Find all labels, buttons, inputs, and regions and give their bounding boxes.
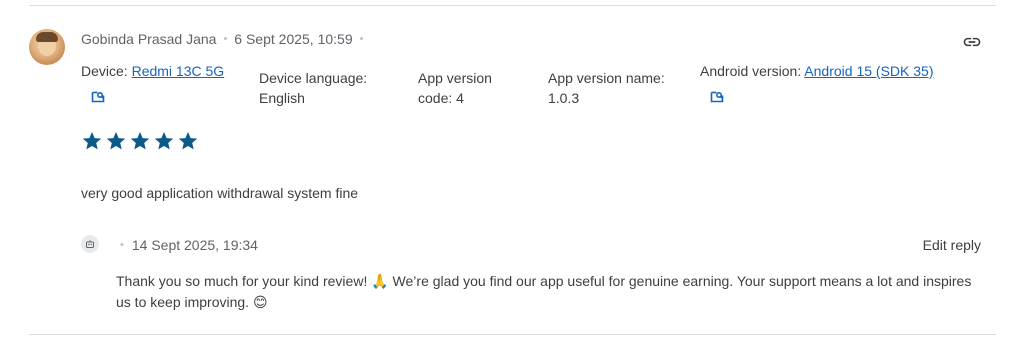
separator-dot: • — [359, 33, 364, 45]
star-rating — [81, 130, 199, 152]
android-version-label: Android version: — [700, 63, 802, 79]
folded-hands-emoji: 🙏 — [371, 273, 389, 289]
app-version-code-info: App version code: 4 — [418, 70, 492, 106]
android-version-link[interactable]: Android 15 (SDK 35) — [804, 63, 933, 79]
author-name: Gobinda Prasad Jana — [81, 31, 217, 47]
device-language-value: English — [259, 90, 305, 106]
top-divider — [29, 5, 996, 6]
star-filled-icon — [178, 132, 198, 150]
reply-timestamp: 14 Sept 2025, 19:34 — [131, 237, 258, 253]
app-version-code-value: 4 — [456, 90, 464, 106]
device-label: Device: — [81, 63, 128, 79]
device-language-label: Device language: — [259, 70, 368, 86]
star-filled-icon — [106, 132, 126, 150]
star-filled-icon — [82, 132, 102, 150]
reply-text-part1: Thank you so much for your kind review! — [116, 273, 372, 289]
app-version-name-info: App version name: 1.0.3 — [548, 68, 688, 108]
edit-reply-button[interactable]: Edit reply — [923, 237, 981, 253]
robot-icon — [86, 240, 94, 248]
separator-dot: • — [120, 239, 124, 251]
reply-text: Thank you so much for your kind review! … — [116, 271, 976, 313]
device-info: Device: Redmi 13C 5G — [81, 61, 251, 104]
avatar-hair — [36, 32, 58, 42]
star-filled-icon — [130, 132, 150, 150]
bottom-divider — [29, 334, 996, 335]
device-language-info: Device language: English — [259, 68, 409, 108]
app-version-name-value: 1.0.3 — [548, 90, 580, 106]
android-version-info: Android version: Android 15 (SDK 35) — [700, 61, 970, 104]
star-filled-icon — [154, 132, 174, 150]
review-timestamp: 6 Sept 2025, 10:59 — [234, 31, 353, 47]
developer-icon — [81, 235, 99, 253]
separator-dot: • — [223, 33, 228, 45]
review-text: very good application withdrawal system … — [81, 185, 359, 201]
reply-meta: • 14 Sept 2025, 19:34 — [120, 237, 258, 253]
avatar — [29, 29, 65, 65]
open-in-new-icon[interactable] — [709, 88, 725, 104]
link-icon[interactable] — [960, 32, 984, 52]
open-in-new-icon[interactable] — [90, 88, 106, 104]
smiling-face-emoji: 😊 — [252, 294, 268, 310]
review-meta: Gobinda Prasad Jana • 6 Sept 2025, 10:59… — [81, 31, 370, 47]
device-link[interactable]: Redmi 13C 5G — [132, 63, 225, 79]
